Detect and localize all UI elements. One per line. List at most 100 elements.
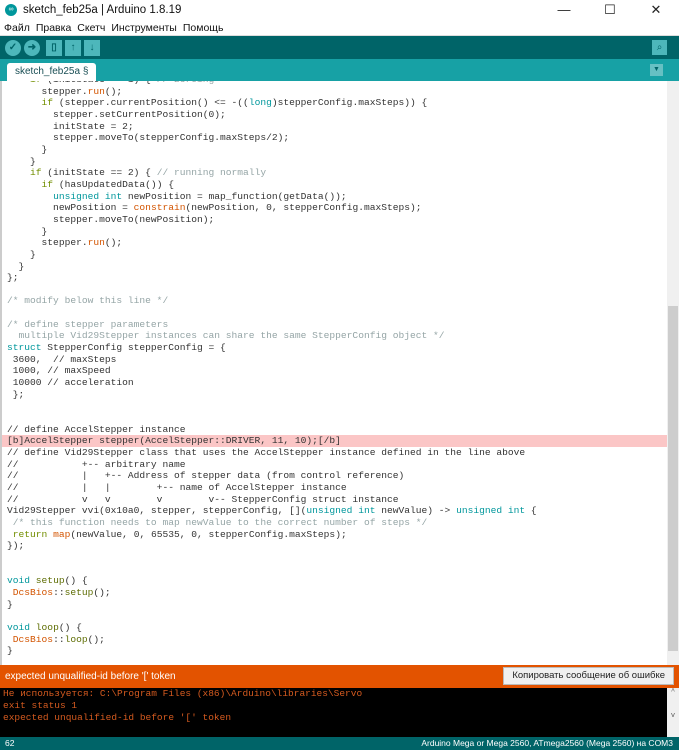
code-token: } [7, 598, 13, 610]
code-line: // define Vid29Stepper class that uses t… [7, 447, 667, 459]
code-token: initState = 2; [7, 120, 134, 132]
code-token: { [525, 505, 537, 517]
code-line: 10000 // acceleration [7, 377, 667, 389]
code-line: return map(newValue, 0, 65535, 0, steppe… [7, 529, 667, 541]
code-line: } [7, 226, 667, 238]
save-icon[interactable]: ↓ [84, 40, 100, 56]
code-token: // running normally [156, 167, 267, 179]
code-line: 3600, // maxSteps [7, 354, 667, 366]
status-bar: 62 Arduino Mega or Mega 2560, ATmega2560… [0, 737, 679, 750]
code-token: long [248, 97, 272, 109]
window-title: sketch_feb25a | Arduino 1.8.19 [23, 4, 182, 16]
code-line: // define AccelStepper instance [7, 424, 667, 436]
console-line: Не используется: C:\Program Files (x86)\… [3, 688, 363, 699]
code-token: StepperConfig stepperConfig = { [41, 342, 226, 354]
code-token: stepper.setCurrentPosition(0); [7, 108, 226, 120]
menu-bar: Файл Правка Скетч Инструменты Помощь [0, 20, 679, 35]
code-line: // | | +-- name of AccelStepper instance [7, 482, 667, 494]
code-line: stepper.setCurrentPosition(0); [7, 109, 667, 121]
code-token: stepper.moveTo(stepperConfig.maxSteps/2)… [7, 132, 290, 144]
code-token: if [30, 167, 42, 179]
code-token: (); [104, 237, 123, 249]
code-line: /* this function needs to map newValue t… [7, 517, 667, 529]
error-code-line: [b]AccelStepper stepper(AccelStepper::DR… [2, 435, 667, 447]
console-scrollbar[interactable]: ^ v [667, 688, 679, 737]
code-token: stepper.moveTo(newPosition); [7, 213, 215, 225]
code-token: void [7, 575, 31, 587]
code-token: } [7, 260, 25, 272]
code-token: setup [35, 575, 65, 587]
code-token: newPosition = [7, 202, 134, 214]
tab-bar: sketch_feb25a § ▼ [0, 59, 679, 81]
code-editor[interactable]: if (initState == 1) { // zeroing stepper… [0, 81, 667, 665]
code-token: )stepperConfig.maxSteps)) { [271, 97, 428, 109]
scrollbar-thumb[interactable] [668, 306, 678, 651]
code-token: 1000, // maxSpeed [7, 365, 111, 377]
code-line: struct StepperConfig stepperConfig = { [7, 342, 667, 354]
upload-icon[interactable]: ➜ [24, 40, 40, 56]
menu-edit[interactable]: Правка [36, 22, 71, 34]
code-line: // | +-- Address of stepper data (from c… [7, 470, 667, 482]
code-token: struct [7, 342, 42, 354]
code-token: newPosition = map_function(getData()); [122, 190, 347, 202]
code-line: stepper.moveTo(stepperConfig.maxSteps/2)… [7, 132, 667, 144]
code-token: // v v v v-- StepperConfig struct instan… [7, 493, 399, 505]
copy-error-button[interactable]: Копировать сообщение об ошибке [503, 667, 674, 685]
editor-scrollbar[interactable] [667, 81, 679, 665]
code-token: } [7, 645, 13, 657]
menu-sketch[interactable]: Скетч [77, 22, 105, 34]
code-token: Vid29Stepper vvi(0x10a0, stepper, steppe… [7, 505, 307, 517]
code-line: unsigned int newPosition = map_function(… [7, 191, 667, 203]
code-token: (newValue, 0, 65535, 0, stepperConfig.ma… [70, 528, 347, 540]
code-token: } [7, 143, 48, 155]
code-token: (stepper.currentPosition() <= -(( [53, 97, 249, 109]
code-line: void loop() { [7, 622, 667, 634]
close-button[interactable]: ✕ [633, 0, 679, 20]
code-token: DcsBios [12, 586, 54, 598]
code-token: loop [35, 621, 59, 633]
menu-tools[interactable]: Инструменты [111, 22, 176, 34]
code-token: }; [7, 388, 25, 400]
code-token: loop [64, 633, 88, 645]
code-token: // | | +-- name of AccelStepper instance [7, 481, 347, 493]
code-token: 10000 // acceleration [7, 377, 134, 389]
tab-menu-icon[interactable]: ▼ [650, 64, 663, 76]
serial-monitor-icon[interactable]: ⌕ [652, 40, 667, 55]
code-token: multiple Vid29Stepper instances can shar… [7, 330, 445, 342]
menu-help[interactable]: Помощь [183, 22, 224, 34]
code-token: () { [58, 621, 82, 633]
console-line: expected unqualified-id before '[' token [3, 712, 232, 723]
menu-file[interactable]: Файл [4, 22, 30, 34]
maximize-button[interactable]: ☐ [587, 0, 633, 20]
tab-sketch[interactable]: sketch_feb25a § [7, 63, 97, 81]
toolbar: ✓ ➜ ▯ ↑ ↓ ⌕ [0, 35, 679, 59]
open-icon[interactable]: ↑ [65, 40, 81, 56]
verify-icon[interactable]: ✓ [5, 40, 21, 56]
code-token: void [7, 621, 31, 633]
board-info: Arduino Mega or Mega 2560, ATmega2560 (M… [421, 738, 673, 748]
code-line: } [7, 249, 667, 261]
code-line: } [7, 144, 667, 156]
code-token: run [87, 85, 105, 97]
code-line: /* define stepper parameters [7, 319, 667, 331]
code-token: // define Vid29Stepper class that uses t… [7, 447, 526, 458]
code-token: return [12, 528, 48, 540]
code-line: } [7, 645, 667, 657]
code-token: (newPosition, 0, stepperConfig.maxSteps)… [185, 202, 422, 214]
code-token: (); [104, 85, 123, 97]
code-token: DcsBios [12, 633, 54, 645]
code-token: }); [7, 540, 25, 552]
minimize-button[interactable]: — [541, 0, 587, 20]
new-sketch-icon[interactable]: ▯ [46, 40, 62, 56]
console-output: Не используется: C:\Program Files (x86)\… [0, 688, 679, 737]
code-token: // | +-- Address of stepper data (from c… [7, 470, 405, 482]
code-token: constrain [133, 202, 186, 214]
code-line: Vid29Stepper vvi(0x10a0, stepper, steppe… [7, 505, 667, 517]
code-line: 1000, // maxSpeed [7, 365, 667, 377]
